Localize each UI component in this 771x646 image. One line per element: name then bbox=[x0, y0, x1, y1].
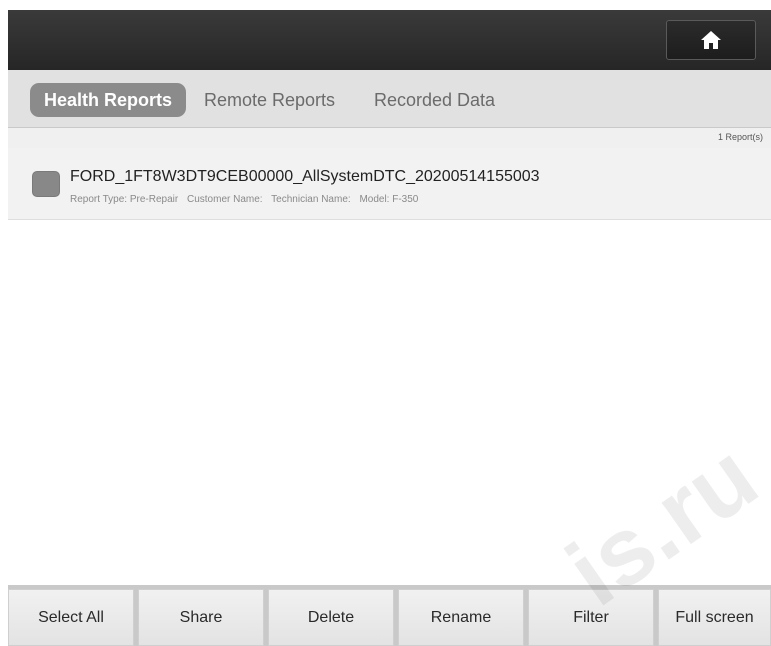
report-count-bar: 1 Report(s) bbox=[8, 128, 771, 148]
report-list-empty-area bbox=[8, 220, 771, 586]
share-button[interactable]: Share bbox=[138, 589, 264, 646]
tab-bar: Health Reports Remote Reports Recorded D… bbox=[8, 70, 771, 128]
technician-name: Technician Name: bbox=[271, 194, 351, 205]
rename-button[interactable]: Rename bbox=[398, 589, 524, 646]
report-type: Report Type: Pre-Repair bbox=[70, 194, 179, 205]
report-title: FORD_1FT8W3DT9CEB00000_AllSystemDTC_2020… bbox=[70, 168, 540, 185]
report-checkbox[interactable] bbox=[32, 171, 60, 197]
app-frame: Health Reports Remote Reports Recorded D… bbox=[8, 10, 771, 646]
tab-remote-reports[interactable]: Remote Reports bbox=[204, 83, 335, 117]
full-screen-button[interactable]: Full screen bbox=[658, 589, 771, 646]
select-all-button[interactable]: Select All bbox=[8, 589, 134, 646]
report-meta: Report Type: Pre-Repair Customer Name: T… bbox=[70, 194, 424, 205]
vehicle-model: Model: F-350 bbox=[359, 194, 419, 205]
top-bar bbox=[8, 10, 771, 70]
bottom-toolbar: Select All Share Delete Rename Filter Fu… bbox=[8, 585, 771, 646]
report-list-item[interactable]: FORD_1FT8W3DT9CEB00000_AllSystemDTC_2020… bbox=[8, 148, 771, 220]
tab-health-reports[interactable]: Health Reports bbox=[30, 83, 187, 117]
delete-button[interactable]: Delete bbox=[268, 589, 394, 646]
filter-button[interactable]: Filter bbox=[528, 589, 654, 646]
tab-recorded-data[interactable]: Recorded Data bbox=[374, 83, 495, 117]
report-count: 1 Report(s) bbox=[717, 132, 763, 142]
home-icon bbox=[701, 31, 721, 49]
customer-name: Customer Name: bbox=[186, 194, 263, 205]
home-button[interactable] bbox=[666, 20, 756, 60]
